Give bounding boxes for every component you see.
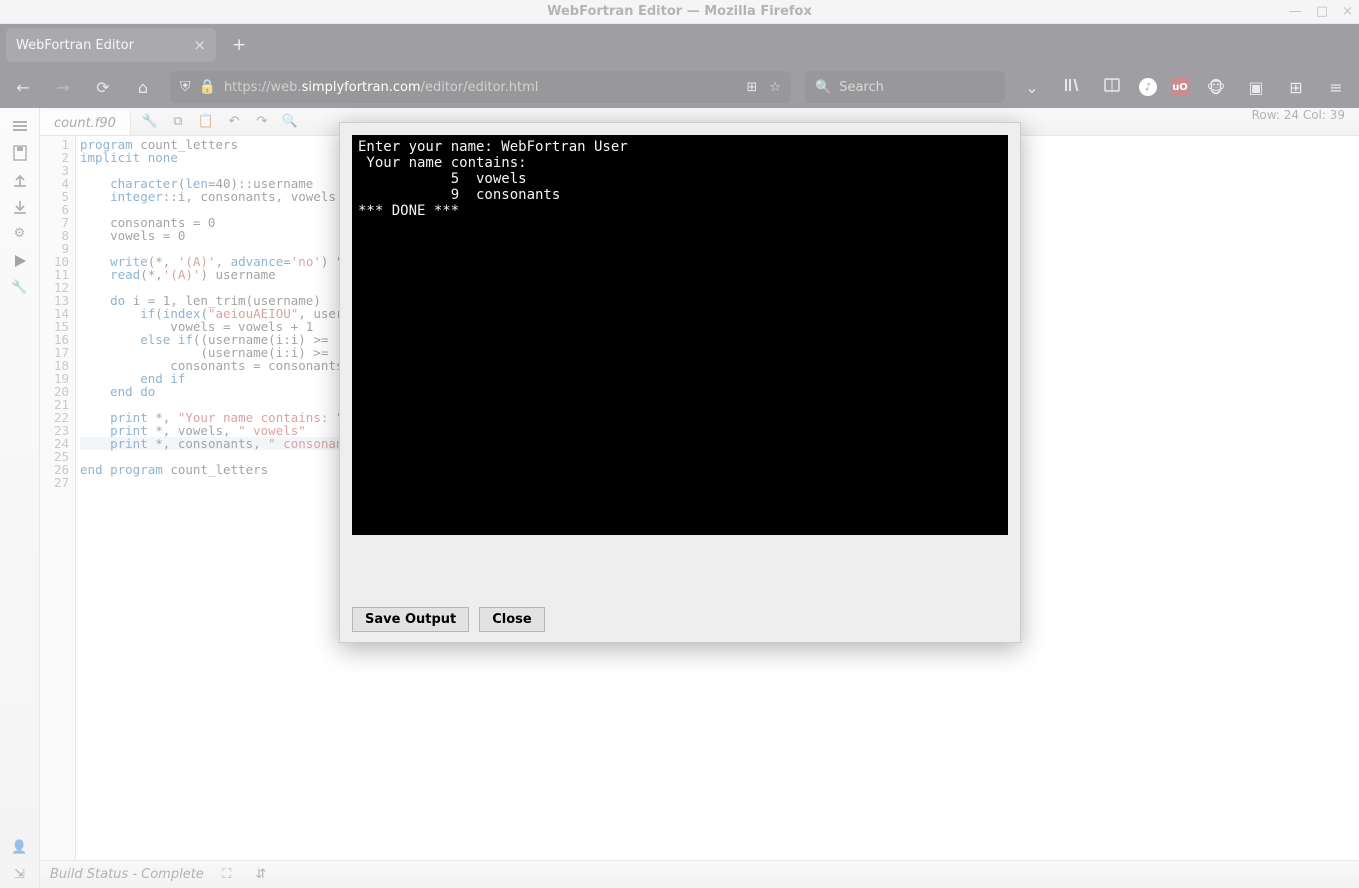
- output-modal: Enter your name: WebFortran User Your na…: [339, 122, 1021, 643]
- close-modal-button[interactable]: Close: [479, 607, 544, 632]
- terminal-output[interactable]: Enter your name: WebFortran User Your na…: [352, 135, 1008, 535]
- save-output-button[interactable]: Save Output: [352, 607, 469, 632]
